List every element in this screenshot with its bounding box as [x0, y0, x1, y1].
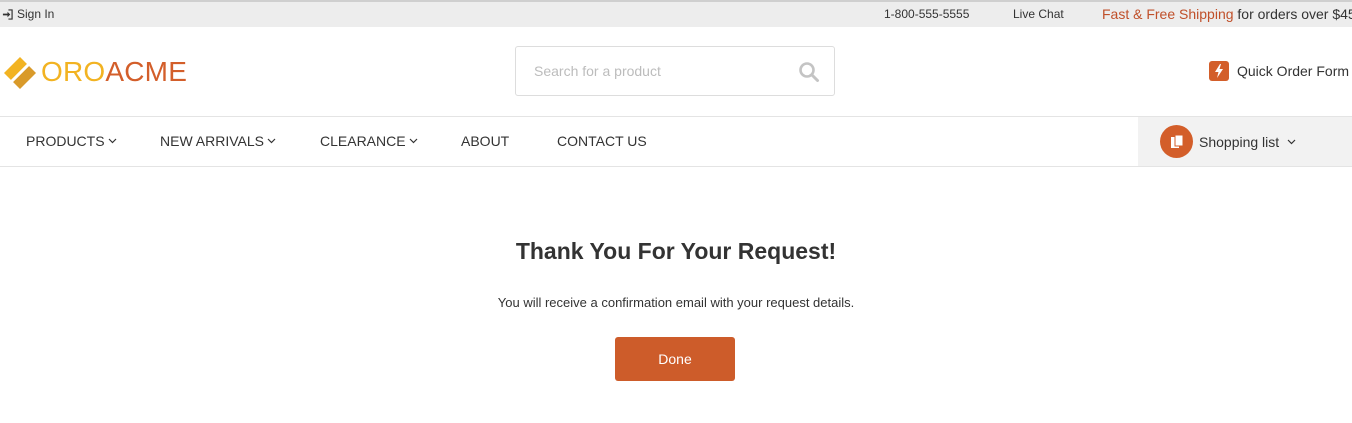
- page-title: Thank You For Your Request!: [515, 238, 837, 264]
- main-nav: PRODUCTS NEW ARRIVALS CLEARANCE ABOUT CO…: [0, 116, 1352, 167]
- confirmation-message: You will receive a confirmation email wi…: [497, 295, 855, 310]
- nav-item-clearance[interactable]: CLEARANCE: [320, 133, 418, 149]
- shopping-list-dropdown[interactable]: Shopping list: [1138, 117, 1352, 166]
- done-button[interactable]: Done: [615, 337, 735, 381]
- logo-text-acme: ACME: [105, 56, 188, 87]
- shipping-promo-link[interactable]: Fast & Free Shipping: [1102, 6, 1234, 22]
- quick-order-form-label: Quick Order Form: [1237, 63, 1350, 79]
- chevron-down-icon: [267, 138, 276, 144]
- chevron-down-icon: [108, 138, 116, 144]
- logo-text: OROACME: [41, 56, 187, 88]
- logo-mark-icon: [4, 57, 36, 89]
- nav-item-about[interactable]: ABOUT: [461, 133, 509, 149]
- sign-in-icon: [2, 8, 13, 20]
- chevron-down-icon: [409, 138, 418, 144]
- site-logo[interactable]: OROACME: [2, 55, 187, 89]
- nav-item-new-arrivals[interactable]: NEW ARRIVALS: [160, 133, 276, 149]
- quick-order-form-link[interactable]: Quick Order Form: [1209, 61, 1349, 81]
- sign-in-label: Sign In: [17, 7, 55, 21]
- search-box: [515, 46, 835, 96]
- shopping-list-label: Shopping list: [1199, 133, 1280, 150]
- shipping-promo: Fast & Free Shipping for orders over $45: [1102, 6, 1352, 22]
- nav-item-label: NEW ARRIVALS: [160, 133, 264, 149]
- search-input[interactable]: [516, 47, 786, 95]
- nav-item-products[interactable]: PRODUCTS: [26, 133, 117, 149]
- logo-text-oro: ORO: [41, 56, 106, 87]
- live-chat-link[interactable]: Live Chat: [1013, 7, 1064, 21]
- nav-item-label: CONTACT US: [557, 133, 647, 149]
- phone-number: 1-800-555-5555: [884, 7, 970, 21]
- top-bar: Sign In 1-800-555-5555 Live Chat Fast & …: [0, 0, 1352, 27]
- nav-item-contact-us[interactable]: CONTACT US: [557, 133, 647, 149]
- nav-item-label: ABOUT: [461, 133, 510, 149]
- shopping-list-icon: [1160, 125, 1193, 158]
- shipping-promo-text: for orders over $45: [1237, 6, 1352, 22]
- nav-item-label: PRODUCTS: [26, 133, 105, 149]
- lightning-icon: [1209, 61, 1229, 81]
- search-icon[interactable]: [798, 61, 820, 83]
- chevron-down-icon: [1287, 139, 1296, 144]
- nav-item-label: CLEARANCE: [320, 133, 406, 149]
- sign-in-link[interactable]: Sign In: [2, 7, 54, 21]
